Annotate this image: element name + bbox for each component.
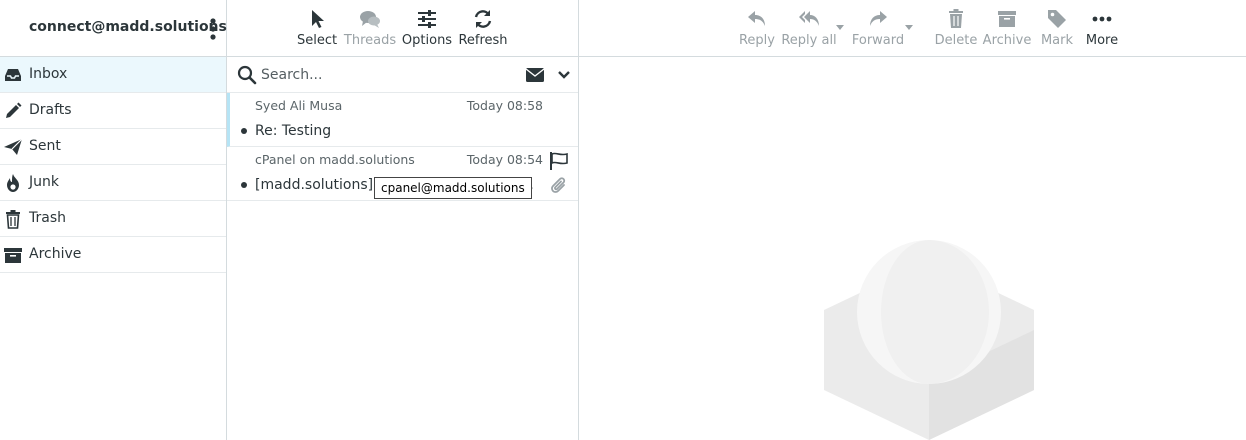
sender-tooltip: cpanel@madd.solutions [374,177,532,199]
folder-archive[interactable]: Archive [0,237,226,273]
folder-label: Drafts [29,102,72,118]
folder-panel: connect@madd.solutions Inbox Drafts Sent [0,0,227,440]
message-date: Today 08:54 [466,152,543,167]
folder-label: Inbox [29,66,68,82]
paper-plane-icon [4,138,23,155]
folder-label: Junk [29,174,59,190]
message-list-panel: Select Threads Options Refresh Search...… [227,0,579,440]
inbox-icon [5,69,21,81]
trash-icon [949,9,963,28]
forward-icon [870,11,887,26]
refresh-button[interactable]: Refresh [458,0,508,57]
folder-drafts[interactable]: Drafts [0,93,226,129]
kebab-menu-icon[interactable] [206,17,220,41]
unread-dot-icon[interactable] [241,128,247,134]
folder-label: Archive [29,246,82,262]
reply-all-icon [799,11,819,26]
archive-button[interactable]: Archive [983,0,1031,57]
forward-dropdown-icon[interactable] [905,25,913,31]
empty-mailbox-watermark-icon [824,240,1034,440]
list-toolbar: Select Threads Options Refresh [227,0,578,57]
search-input[interactable] [261,64,511,86]
search-icon[interactable] [237,65,257,85]
envelope-icon[interactable] [525,66,545,84]
forward-button[interactable]: Forward [852,0,904,57]
search-bar [227,57,578,93]
threads-button[interactable]: Threads [344,0,396,57]
paperclip-icon [551,177,566,193]
reply-all-button[interactable]: Reply all [781,0,837,57]
fire-icon [7,174,19,192]
account-email: connect@madd.solutions [29,19,227,35]
message-sender: cPanel on madd.solutions [255,152,415,167]
cursor-icon [312,10,324,28]
mark-button[interactable]: Mark [1038,0,1076,57]
unread-dot-icon[interactable] [241,182,247,188]
folder-sent[interactable]: Sent [0,129,226,165]
message-subject: Re: Testing [255,123,332,139]
folder-label: Trash [29,210,66,226]
delete-button[interactable]: Delete [935,0,977,57]
folder-inbox[interactable]: Inbox [0,57,226,93]
folder-label: Sent [29,138,61,154]
more-button[interactable]: More [1082,0,1122,57]
refresh-icon [474,10,492,28]
message-view-panel: Reply Reply all Forward Delete Archive M… [579,0,1246,440]
flag-icon[interactable] [549,151,569,171]
archive-icon [4,248,22,263]
options-button[interactable]: Options [402,0,452,57]
sliders-icon [418,10,436,28]
chevron-down-icon[interactable] [557,67,571,83]
comments-icon [360,11,380,28]
pencil-icon [6,102,22,118]
message-date: Today 08:58 [466,98,543,113]
folder-junk[interactable]: Junk [0,165,226,201]
tag-icon [1048,10,1066,28]
reply-all-dropdown-icon[interactable] [836,25,844,31]
account-header: connect@madd.solutions [0,0,227,57]
select-button[interactable]: Select [297,0,337,57]
reply-button[interactable]: Reply [737,0,777,57]
message-row[interactable]: Syed Ali Musa Today 08:58 Re: Testing [227,93,578,147]
reply-icon [748,11,765,26]
message-sender: Syed Ali Musa [255,98,343,113]
archive-icon [998,11,1016,27]
message-toolbar: Reply Reply all Forward Delete Archive M… [579,0,1246,57]
trash-icon [6,210,20,229]
more-icon [1092,16,1112,22]
folder-trash[interactable]: Trash [0,201,226,237]
